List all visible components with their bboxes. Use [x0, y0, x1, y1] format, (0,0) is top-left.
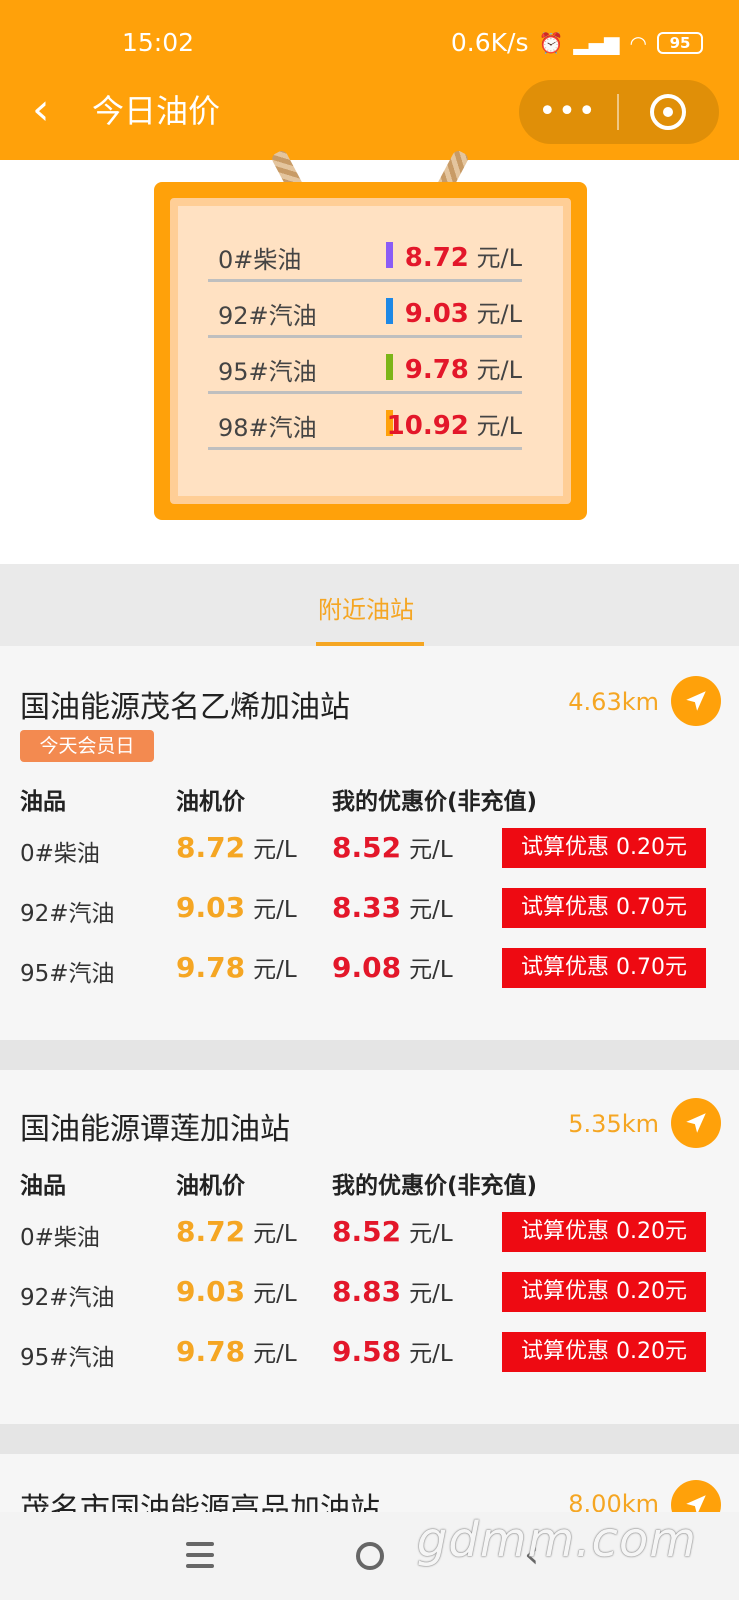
price-board-panel: 0#柴油 8.72 元/L 92#汽油 9.03 元/L 95#汽油 9.78 … [170, 198, 571, 504]
page-title: 今日油价 [92, 92, 221, 130]
product-name: 92#汽油 [20, 901, 115, 927]
product-name: 95#汽油 [20, 961, 115, 987]
card-separator [0, 1040, 739, 1070]
board-row: 95#汽油 9.78 元/L [208, 338, 522, 394]
board-product-name: 0#柴油 [218, 246, 302, 274]
header-bar: 15:02 0.6K/s ⏰ ▂▄▆ ◠ 95 ‹ 今日油价 ••• [0, 0, 739, 160]
back-arrow-icon[interactable]: ‹ [32, 82, 50, 138]
status-bar: 15:02 0.6K/s ⏰ ▂▄▆ ◠ 95 [0, 24, 739, 64]
navigate-icon[interactable] [671, 1098, 721, 1148]
watermark: gdmm.com [416, 1512, 697, 1568]
board-product-name: 92#汽油 [218, 302, 317, 330]
more-menu-icon[interactable]: ••• [519, 80, 617, 144]
my-price: 9.08 元/L [332, 951, 453, 984]
station-name: 国油能源谭莲加油站 [20, 1112, 290, 1147]
tab-nearby-stations[interactable]: 附近油站 [318, 590, 414, 625]
station-name: 国油能源茂名乙烯加油站 [20, 690, 350, 725]
column-my-price: 我的优惠价(非充值) [332, 1173, 538, 1199]
discount-button[interactable]: 试算优惠 0.70元 [502, 888, 706, 928]
board-row: 98#汽油 10.92 元/L [208, 394, 522, 450]
board-row: 92#汽油 9.03 元/L [208, 282, 522, 338]
member-day-badge: 今天会员日 [20, 730, 154, 762]
column-pump-price: 油机价 [176, 1173, 245, 1199]
product-name: 92#汽油 [20, 1285, 115, 1311]
price-board: 0#柴油 8.72 元/L 92#汽油 9.03 元/L 95#汽油 9.78 … [154, 182, 587, 520]
mini-program-capsule: ••• [519, 80, 719, 144]
status-time: 15:02 [122, 28, 195, 57]
board-product-name: 98#汽油 [218, 414, 317, 442]
nav-bar: ‹ 今日油价 ••• [0, 78, 739, 144]
board-row: 0#柴油 8.72 元/L [208, 226, 522, 282]
my-price: 8.52 元/L [332, 831, 453, 864]
column-product: 油品 [20, 789, 66, 815]
station-name: 茂名市国油能源高品加油站 [20, 1492, 380, 1512]
station-card[interactable]: 国油能源谭莲加油站 5.35km 油品 油机价 我的优惠价(非充值) 0#柴油 … [0, 1070, 739, 1424]
navigate-icon[interactable] [671, 1480, 721, 1512]
wifi-icon: ◠ [629, 30, 647, 55]
network-speed: 0.6K/s [450, 28, 529, 57]
my-price: 8.52 元/L [332, 1215, 453, 1248]
discount-button[interactable]: 试算优惠 0.70元 [502, 948, 706, 988]
discount-button[interactable]: 试算优惠 0.20元 [502, 828, 706, 868]
signal-icon: ▂▄▆ [573, 30, 620, 55]
pump-price: 9.78 元/L [176, 1335, 297, 1368]
navigate-icon[interactable] [671, 676, 721, 726]
board-price: 9.03 元/L [404, 299, 522, 329]
pump-price: 9.78 元/L [176, 951, 297, 984]
column-product: 油品 [20, 1173, 66, 1199]
pump-price: 9.03 元/L [176, 1275, 297, 1308]
board-price: 8.72 元/L [404, 243, 522, 273]
pump-price: 8.72 元/L [176, 1215, 297, 1248]
color-bar [386, 242, 393, 268]
station-distance: 5.35km [568, 1110, 659, 1138]
board-price: 9.78 元/L [404, 355, 522, 385]
pump-price: 8.72 元/L [176, 831, 297, 864]
alarm-icon: ⏰ [538, 30, 564, 55]
station-card[interactable]: 国油能源茂名乙烯加油站 4.63km 今天会员日 油品 油机价 我的优惠价(非充… [0, 646, 739, 1040]
color-bar [386, 298, 393, 324]
home-icon[interactable] [356, 1542, 384, 1570]
battery-icon: 95 [657, 31, 703, 54]
board-price: 10.92 元/L [386, 411, 522, 441]
station-card[interactable]: 茂名市国油能源高品加油站 8.00km [0, 1454, 739, 1512]
tab-bar: 附近油站 [0, 564, 739, 646]
discount-button[interactable]: 试算优惠 0.20元 [502, 1272, 706, 1312]
station-distance: 4.63km [568, 688, 659, 716]
product-name: 95#汽油 [20, 1345, 115, 1371]
my-price: 8.33 元/L [332, 891, 453, 924]
discount-button[interactable]: 试算优惠 0.20元 [502, 1212, 706, 1252]
my-price: 8.83 元/L [332, 1275, 453, 1308]
station-distance: 8.00km [568, 1490, 659, 1512]
column-my-price: 我的优惠价(非充值) [332, 789, 538, 815]
recent-apps-icon[interactable] [186, 1542, 214, 1575]
product-name: 0#柴油 [20, 841, 100, 867]
my-price: 9.58 元/L [332, 1335, 453, 1368]
discount-button[interactable]: 试算优惠 0.20元 [502, 1332, 706, 1372]
product-name: 0#柴油 [20, 1225, 100, 1251]
board-product-name: 95#汽油 [218, 358, 317, 386]
close-mini-program-icon[interactable] [619, 94, 717, 130]
column-pump-price: 油机价 [176, 789, 245, 815]
color-bar [386, 354, 393, 380]
card-separator [0, 1424, 739, 1454]
pump-price: 9.03 元/L [176, 891, 297, 924]
